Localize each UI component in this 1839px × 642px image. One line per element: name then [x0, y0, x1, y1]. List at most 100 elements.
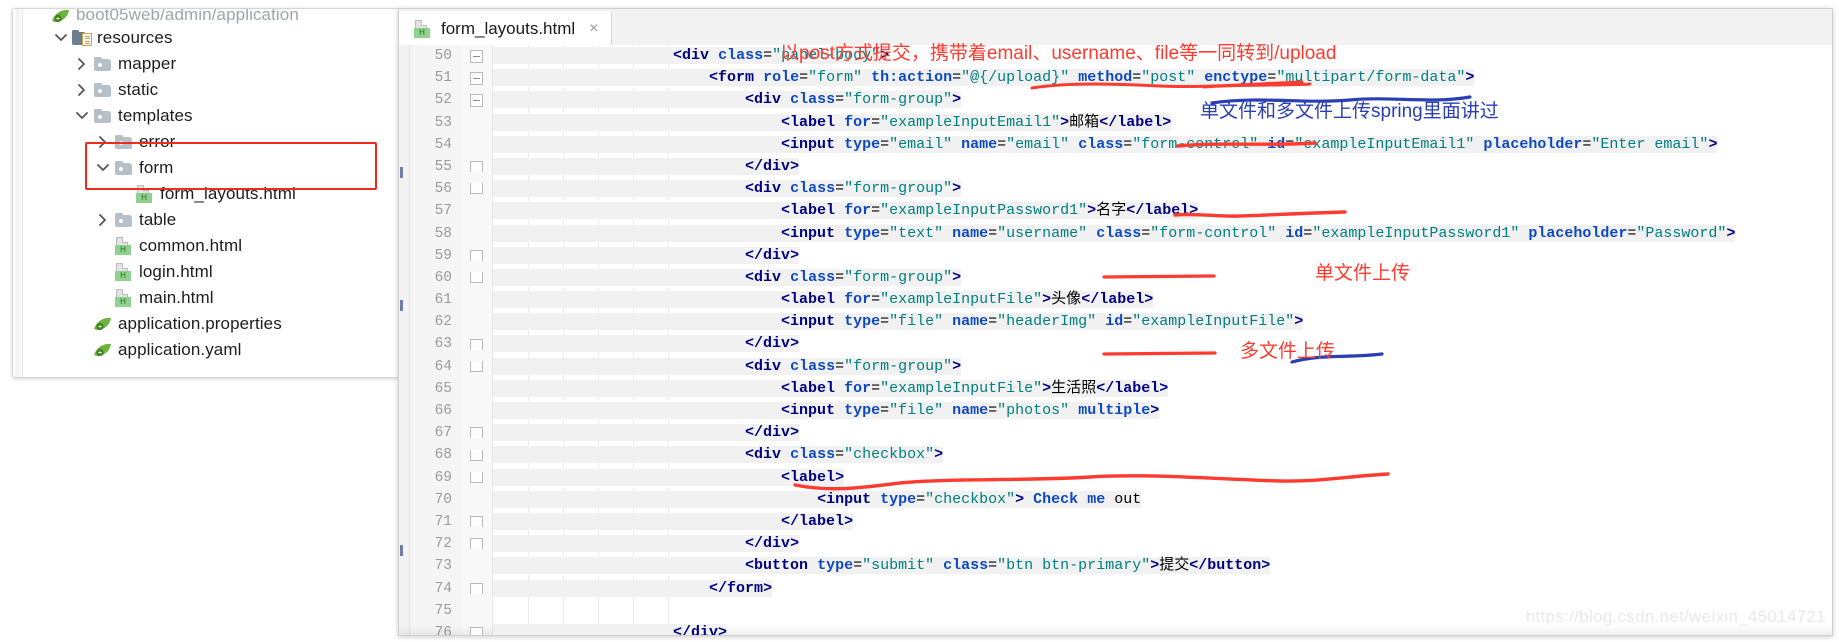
tree-item-application-yaml[interactable]: application.yaml: [23, 337, 399, 363]
code-line[interactable]: <input type="file" name="headerImg" id="…: [493, 311, 1832, 333]
fold-toggle-icon[interactable]: [470, 427, 483, 439]
code-line[interactable]: </label>: [493, 511, 1832, 533]
code-fold-strip[interactable]: [462, 45, 493, 635]
fold-toggle-icon[interactable]: [470, 471, 483, 483]
code-line[interactable]: <button type="submit" class="btn btn-pri…: [493, 555, 1832, 577]
tree-item-form-layouts-html[interactable]: Hform_layouts.html: [23, 181, 399, 207]
code-line[interactable]: <div class="checkbox">: [493, 444, 1832, 466]
tree-item-label: templates: [118, 106, 193, 125]
tree-item-application-properties[interactable]: application.properties: [23, 311, 399, 337]
line-number: 73: [434, 558, 452, 575]
fold-toggle-icon[interactable]: [470, 360, 483, 372]
folder-icon: [114, 133, 134, 151]
tree-item-label: common.html: [139, 236, 243, 255]
tree-item-label: table: [139, 210, 177, 229]
close-icon[interactable]: ×: [589, 21, 598, 37]
code-line[interactable]: <label for="exampleInputFile">生活照</label…: [493, 378, 1832, 400]
line-number: 53: [434, 114, 452, 131]
tree-item-error[interactable]: error: [23, 129, 399, 155]
fold-toggle-icon[interactable]: [470, 338, 483, 350]
fold-toggle-icon[interactable]: [470, 449, 483, 461]
fold-toggle-icon[interactable]: [470, 272, 483, 283]
code-line[interactable]: <input type="text" name="username" class…: [493, 223, 1832, 245]
project-tree[interactable]: boot05web/admin/application resources mapp…: [23, 9, 399, 377]
chevron-right-icon[interactable]: [71, 58, 93, 70]
code-line[interactable]: </div>: [493, 333, 1832, 355]
html-file-icon: H: [114, 236, 134, 256]
line-number-gutter: 50 51 52 53 54 55 56 57 58 59 60 61 62 63 64 65 66 67 68 69…: [410, 45, 462, 635]
fold-toggle-icon[interactable]: [470, 249, 483, 261]
code-line[interactable]: <div class="form-group">: [493, 89, 1832, 111]
code-editor-window[interactable]: H form_layouts.html × 50 51 52 53 54 55 56 57 58…: [398, 8, 1833, 636]
fold-toggle-icon[interactable]: [470, 627, 483, 635]
tree-item-form[interactable]: form: [23, 155, 399, 181]
fold-toggle-icon[interactable]: [470, 183, 483, 195]
code-line[interactable]: <div class="form-group">: [493, 178, 1832, 200]
code-line[interactable]: <label for="exampleInputEmail1">邮箱</labe…: [493, 112, 1832, 134]
fold-toggle-icon[interactable]: [470, 582, 483, 594]
line-number: 59: [434, 247, 452, 264]
code-line[interactable]: </form>: [493, 578, 1832, 600]
chevron-down-icon[interactable]: [92, 163, 114, 173]
chevron-right-icon[interactable]: [71, 84, 93, 96]
chevron-right-icon[interactable]: [92, 214, 114, 226]
code-lines: <div class="panel-body"> <form role="for…: [493, 45, 1832, 635]
line-number: 50: [434, 48, 452, 64]
tree-item-static[interactable]: static: [23, 77, 399, 103]
line-number: 68: [434, 447, 452, 464]
line-number: 74: [434, 580, 452, 597]
code-line[interactable]: <form role="form" th:action="@{/upload}"…: [493, 67, 1832, 89]
tree-item-resources[interactable]: resources: [23, 25, 399, 51]
line-number: 72: [434, 536, 452, 553]
spring-leaf-icon: [51, 9, 71, 25]
editor-marker-strip: [399, 45, 410, 635]
code-line[interactable]: <label for="exampleInputPassword1">名字</l…: [493, 200, 1832, 222]
code-line[interactable]: <input type="checkbox"> Check me out: [493, 489, 1832, 511]
code-line[interactable]: <div class="form-group">: [493, 356, 1832, 378]
code-line[interactable]: </div>: [493, 156, 1832, 178]
line-number: 71: [434, 513, 452, 530]
tab-label: form_layouts.html: [441, 19, 576, 38]
tree-item-table[interactable]: table: [23, 207, 399, 233]
tree-item-boot05web-admin-application[interactable]: boot05web/admin/application: [23, 9, 399, 25]
tab-form-layouts-html[interactable]: H form_layouts.html ×: [399, 11, 612, 45]
chevron-right-icon[interactable]: [92, 136, 114, 148]
tree-item-common-html[interactable]: Hcommon.html: [23, 233, 399, 259]
tree-item-label: application.yaml: [118, 340, 242, 359]
tree-item-label: static: [118, 80, 159, 99]
code-line[interactable]: <div class="panel-body">: [493, 45, 1832, 67]
tree-item-label: form_layouts.html: [160, 184, 296, 203]
code-line[interactable]: </div>: [493, 245, 1832, 267]
tree-item-mapper[interactable]: mapper: [23, 51, 399, 77]
tree-item-templates[interactable]: templates: [23, 103, 399, 129]
chevron-down-icon[interactable]: [71, 111, 93, 121]
code-line[interactable]: <input type="email" name="email" class="…: [493, 134, 1832, 156]
html-file-icon: H: [135, 184, 155, 204]
code-line[interactable]: <input type="file" name="photos" multipl…: [493, 400, 1832, 422]
project-scrollbar[interactable]: [13, 9, 23, 377]
folder-icon: [93, 55, 113, 73]
chevron-down-icon[interactable]: [50, 33, 72, 43]
fold-toggle-icon[interactable]: [470, 538, 483, 550]
line-number: 64: [434, 358, 452, 375]
code-line[interactable]: </div>: [493, 422, 1832, 444]
code-line[interactable]: </div>: [493, 533, 1832, 555]
project-explorer-panel[interactable]: boot05web/admin/application resources mapp…: [12, 8, 400, 378]
fold-toggle-icon[interactable]: [470, 50, 483, 63]
spring-leaf-icon: [93, 315, 113, 333]
fold-toggle-icon[interactable]: [470, 516, 483, 528]
code-line[interactable]: <label>: [493, 467, 1832, 489]
tree-item-main-html[interactable]: Hmain.html: [23, 285, 399, 311]
code-line[interactable]: <label for="exampleInputFile">头像</label>: [493, 289, 1832, 311]
spring-leaf-icon: [93, 341, 113, 359]
fold-toggle-icon[interactable]: [470, 94, 483, 108]
fold-toggle-icon[interactable]: [470, 72, 483, 86]
editor-body[interactable]: 50 51 52 53 54 55 56 57 58 59 60 61 62 63 64 65 66 67 68 69…: [399, 45, 1832, 635]
line-number: 65: [434, 380, 452, 397]
code-line[interactable]: <div class="form-group">: [493, 267, 1832, 289]
editor-tab-strip[interactable]: H form_layouts.html ×: [399, 9, 1832, 46]
fold-toggle-icon[interactable]: [470, 161, 483, 172]
code-text-area[interactable]: <div class="panel-body"> <form role="for…: [493, 45, 1832, 635]
line-number: 61: [434, 292, 452, 309]
tree-item-login-html[interactable]: Hlogin.html: [23, 259, 399, 285]
